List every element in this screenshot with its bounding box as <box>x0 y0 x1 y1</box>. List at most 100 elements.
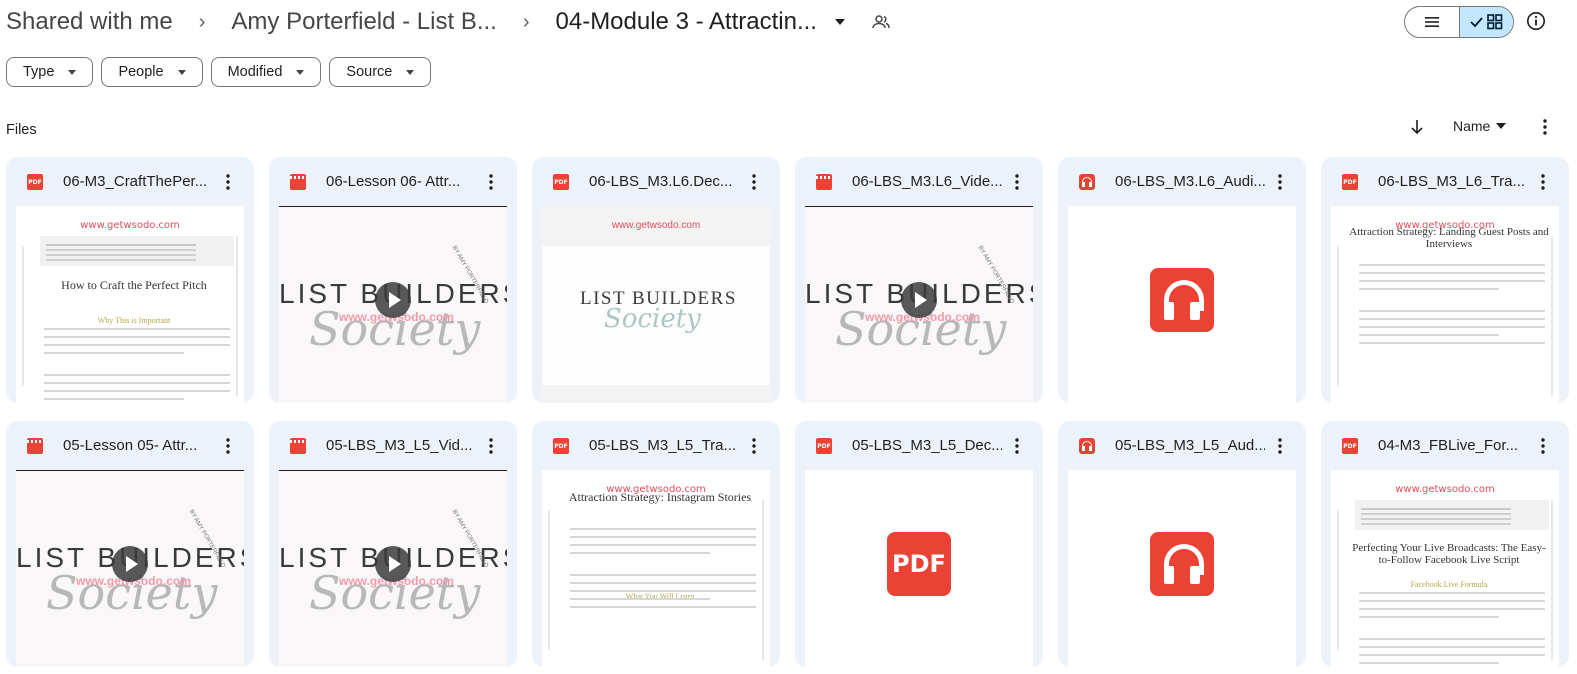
list-icon <box>1424 17 1439 27</box>
thumbnail-text-line <box>1359 272 1545 274</box>
file-thumbnail[interactable]: PDF <box>805 470 1033 667</box>
more-vert-icon[interactable] <box>1270 436 1290 456</box>
more-vert-icon[interactable] <box>744 436 764 456</box>
play-icon[interactable] <box>375 546 411 582</box>
thumbnail-margin <box>1551 500 1553 660</box>
file-thumbnail[interactable]: LIST BUILDERSSocietywww.getwsodo.comBY A… <box>805 206 1033 403</box>
info-icon[interactable] <box>1526 11 1546 31</box>
breadcrumb-item-shared[interactable]: Shared with me <box>6 8 173 36</box>
more-vert-icon[interactable] <box>1533 172 1553 192</box>
grid-check-icon <box>1470 14 1503 30</box>
file-thumbnail[interactable]: www.getwsodo.com Attraction Strategy: Lan… <box>1331 206 1559 403</box>
thumbnail-text-line <box>1359 264 1545 266</box>
file-card[interactable]: PDF 05-LBS_M3_L5_Dec... PDF <box>795 421 1043 667</box>
more-vert-icon[interactable] <box>481 172 501 192</box>
more-vert-icon[interactable] <box>218 436 238 456</box>
file-card[interactable]: 06-LBS_M3.L6_Vide... LIST BUILDERSSociety… <box>795 157 1043 403</box>
file-name: 06-LBS_M3_L6_Tra... <box>1378 173 1526 190</box>
file-card[interactable]: PDF 05-LBS_M3_L5_Tra... www.getwsodo.com At… <box>532 421 780 667</box>
thumbnail-text-line <box>1359 280 1545 282</box>
thumbnail-text-line <box>44 374 230 376</box>
file-card[interactable]: 06-LBS_M3.L6_Audi... <box>1058 157 1306 403</box>
chevron-right-icon: › <box>198 10 206 33</box>
thumbnail-title: Attraction Strategy: Instagram Stories <box>568 490 752 504</box>
file-card-header: PDF 06-LBS_M3_L6_Tra... <box>1321 157 1569 207</box>
file-thumbnail[interactable] <box>1068 470 1296 667</box>
file-card[interactable]: 05-LBS_M3_L5_Vid... LIST BUILDERSSocietyw… <box>269 421 517 667</box>
file-grid: PDF 06-M3_CraftThePer... www.getwsodo.com H… <box>6 157 1569 667</box>
file-card[interactable]: 05-LBS_M3_L5_Aud... <box>1058 421 1306 667</box>
file-thumbnail[interactable] <box>1068 206 1296 403</box>
play-icon[interactable] <box>375 282 411 318</box>
sort-by-button[interactable]: Name <box>1453 118 1507 134</box>
thumbnail-text-line <box>570 528 756 530</box>
filter-modified[interactable]: Modified <box>210 57 322 87</box>
thumbnail-text-line <box>570 582 756 584</box>
more-vert-icon[interactable] <box>1007 172 1027 192</box>
file-card[interactable]: 05-Lesson 05- Attr... LIST BUILDERSSociet… <box>6 421 254 667</box>
file-card-header: PDF 04-M3_FBLive_For... <box>1321 421 1569 471</box>
filter-type[interactable]: Type <box>6 57 94 87</box>
pdf-file-icon: PDF <box>1342 438 1358 454</box>
thumbnail-text-line <box>1359 600 1545 602</box>
play-icon[interactable] <box>112 546 148 582</box>
thumbnail-text-line <box>1359 608 1545 610</box>
grid-view-button[interactable] <box>1458 7 1513 37</box>
file-name: 05-LBS_M3_L5_Tra... <box>589 437 737 454</box>
breadcrumb-item-current[interactable]: 04-Module 3 - Attractin... <box>556 8 817 36</box>
file-thumbnail[interactable]: LIST BUILDERSSocietywww.getwsodo.comBY A… <box>279 470 507 667</box>
list-view-button[interactable] <box>1405 7 1459 37</box>
file-thumbnail[interactable]: www.getwsodo.com Attraction Strategy: Ins… <box>542 470 770 667</box>
file-thumbnail[interactable]: LIST BUILDERSSocietywww.getwsodo.comBY A… <box>16 470 244 667</box>
file-thumbnail[interactable]: www.getwsodo.com LIST BUILDERS Society <box>542 206 770 403</box>
file-card-header: PDF 06-M3_CraftThePer... <box>6 157 254 207</box>
more-vert-icon[interactable] <box>481 436 501 456</box>
file-card-header: 06-LBS_M3.L6_Audi... <box>1058 157 1306 207</box>
thumbnail-divider <box>279 206 507 207</box>
shared-people-icon[interactable] <box>871 12 891 32</box>
thumbnail-watermark: www.getwsodo.com <box>1395 484 1495 495</box>
more-vert-icon[interactable] <box>1535 117 1555 137</box>
file-card[interactable]: PDF 06-M3_CraftThePer... www.getwsodo.com H… <box>6 157 254 403</box>
thumbnail-watermark: www.getwsodo.com <box>80 220 180 231</box>
chevron-down-icon[interactable] <box>834 19 845 25</box>
filter-people[interactable]: People <box>101 57 203 87</box>
file-card-header: 05-LBS_M3_L5_Aud... <box>1058 421 1306 471</box>
file-card[interactable]: PDF 06-LBS_M3.L6.Dec... www.getwsodo.com LI… <box>532 157 780 403</box>
file-card-header: PDF 06-LBS_M3.L6.Dec... <box>532 157 780 207</box>
pdf-large-icon: PDF <box>887 532 951 596</box>
file-thumbnail[interactable]: www.getwsodo.com Perfecting Your Live Bro… <box>1331 470 1559 667</box>
filter-source[interactable]: Source <box>329 57 432 87</box>
file-card[interactable]: PDF 04-M3_FBLive_For... www.getwsodo.com Pe… <box>1321 421 1569 667</box>
thumbnail-title: Perfecting Your Live Broadcasts: The Eas… <box>1352 542 1546 566</box>
pdf-file-icon: PDF <box>553 438 569 454</box>
thumbnail-text-line <box>1359 318 1545 320</box>
file-name: 06-LBS_M3.L6.Dec... <box>589 173 733 190</box>
audio-file-icon <box>1079 438 1095 454</box>
file-thumbnail[interactable]: www.getwsodo.com How to Craft the Perfect… <box>16 206 244 403</box>
sort-direction-icon[interactable] <box>1408 118 1426 136</box>
thumbnail-band <box>542 385 770 403</box>
play-icon[interactable] <box>901 282 937 318</box>
file-name: 06-Lesson 06- Attr... <box>326 173 461 190</box>
thumbnail-module-box <box>40 236 234 266</box>
more-vert-icon[interactable] <box>218 172 238 192</box>
thumbnail-text-line <box>570 574 756 576</box>
file-card-header: PDF 05-LBS_M3_L5_Dec... <box>795 421 1043 471</box>
file-card[interactable]: PDF 06-LBS_M3_L6_Tra... www.getwsodo.com At… <box>1321 157 1569 403</box>
thumbnail-text-line <box>44 352 184 354</box>
pdf-file-icon: PDF <box>1342 174 1358 190</box>
file-card[interactable]: 06-Lesson 06- Attr... LIST BUILDERSSociet… <box>269 157 517 403</box>
more-vert-icon[interactable] <box>1533 436 1553 456</box>
more-vert-icon[interactable] <box>1270 172 1290 192</box>
thumbnail-title: Attraction Strategy: Landing Guest Posts… <box>1349 226 1549 250</box>
thumbnail-subtitle: Facebook Live Formula <box>1410 580 1488 589</box>
file-thumbnail[interactable]: LIST BUILDERSSocietywww.getwsodo.comBY A… <box>279 206 507 403</box>
more-vert-icon[interactable] <box>744 172 764 192</box>
thumbnail-text-line <box>1359 326 1545 328</box>
chevron-right-icon: › <box>522 10 530 33</box>
more-vert-icon[interactable] <box>1007 436 1027 456</box>
thumbnail-text-line <box>44 390 230 392</box>
breadcrumb-item-parent[interactable]: Amy Porterfield - List B... <box>231 8 496 36</box>
thumbnail-margin <box>1337 246 1339 386</box>
